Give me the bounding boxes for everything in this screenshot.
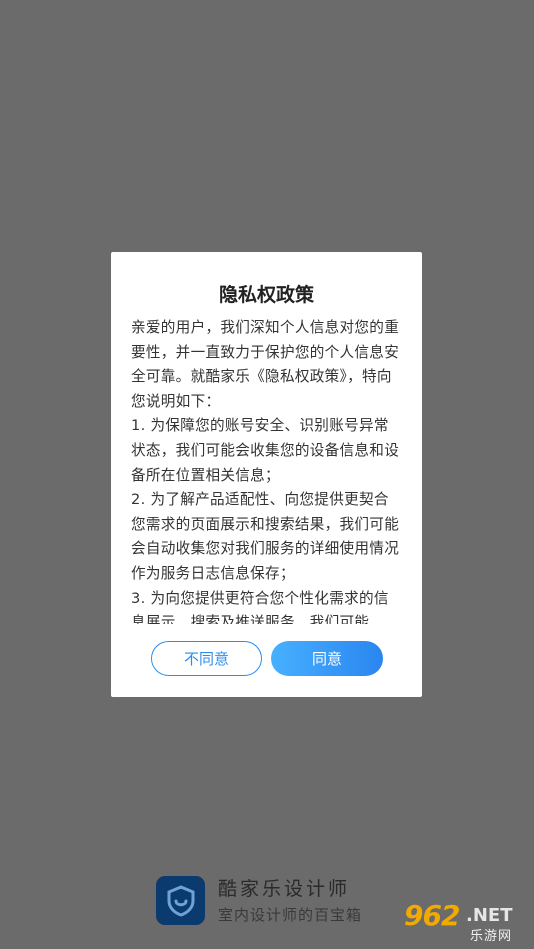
paragraph-item-1: 1. 为保障您的账号安全、识别账号异常状态，我们可能会收集您的设备信息和设备所在…: [131, 417, 400, 484]
shield-icon: [167, 884, 194, 917]
paragraph-intro: 亲爱的用户，我们深知个人信息对您的重要性，并一直致力于保护您的个人信息安全可靠。…: [131, 319, 400, 410]
site-watermark: 962 .NET 乐游网: [400, 899, 528, 945]
paragraph-item-2: 2. 为了解产品适配性、向您提供更契合您需求的页面展示和搜索结果，我们可能会自动…: [131, 491, 400, 582]
splash-brand: 酷家乐设计师 室内设计师的百宝箱: [156, 876, 362, 925]
disagree-button[interactable]: 不同意: [151, 641, 262, 676]
dialog-body-viewport[interactable]: 亲爱的用户，我们深知个人信息对您的重要性，并一直致力于保护您的个人信息安全可靠。…: [131, 316, 403, 624]
app-slogan: 室内设计师的百宝箱: [218, 905, 363, 924]
watermark-name: 乐游网: [470, 929, 513, 944]
dialog-title: 隐私权政策: [218, 284, 314, 306]
privacy-dialog: 隐私权政策 亲爱的用户，我们深知个人信息对您的重要性，并一直致力于保护您的个人信…: [111, 252, 422, 697]
watermark-domain: .NET: [466, 905, 513, 926]
watermark-number: 962: [404, 899, 460, 932]
paragraph-item-3: 3. 为向您提供更符合您个性化需求的信息展示、搜索及推送服务，我们可能: [131, 589, 389, 624]
dialog-body: 亲爱的用户，我们深知个人信息对您的重要性，并一直致力于保护您的个人信息安全可靠。…: [131, 316, 403, 624]
app-logo: [156, 876, 205, 925]
agree-button[interactable]: 同意: [271, 641, 383, 676]
app-name: 酷家乐设计师: [218, 877, 351, 900]
